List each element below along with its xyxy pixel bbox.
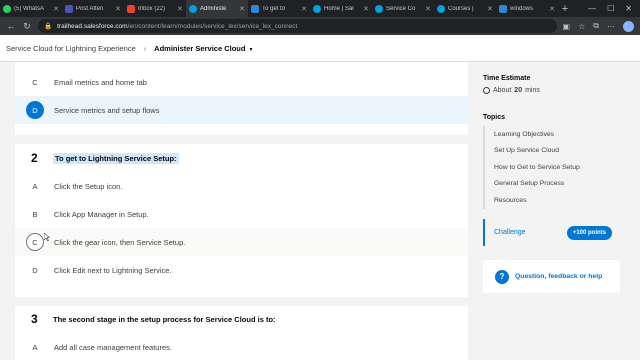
close-icon[interactable]: ✕ xyxy=(115,5,121,13)
salesforce-icon xyxy=(375,4,383,13)
favorite-star-icon[interactable]: ☆ xyxy=(578,22,585,31)
collections-icon[interactable]: ⧉ xyxy=(593,21,599,31)
time-estimate-label: Time Estimate xyxy=(483,75,531,82)
close-icon[interactable]: ✕ xyxy=(549,5,555,13)
trailhead-icon xyxy=(189,4,197,13)
teams-icon xyxy=(65,4,73,13)
question-number: 2 xyxy=(31,151,38,165)
question-number: 3 xyxy=(31,312,38,326)
option-text: Click the gear icon, then Service Setup. xyxy=(54,237,186,247)
question-mark-icon: ? xyxy=(495,269,509,284)
topic-link[interactable]: General Setup Process xyxy=(485,176,620,193)
url-field[interactable]: 🔒 trailhead.salesforce.com/en/content/le… xyxy=(38,19,557,33)
unit-dropdown[interactable]: Administer Service Cloud ▼ xyxy=(154,44,253,53)
browser-tab[interactable]: Home | Sal ✕ xyxy=(310,0,372,17)
topic-link[interactable]: Set Up Service Cloud xyxy=(485,143,620,160)
answer-option[interactable]: C Email metrics and home tab xyxy=(15,68,468,96)
close-window-icon[interactable]: ✕ xyxy=(625,4,632,13)
address-bar: ← ↻ 🔒 trailhead.salesforce.com/en/conten… xyxy=(0,17,640,35)
option-letter: C xyxy=(32,77,38,87)
option-text: Email metrics and home tab xyxy=(54,77,147,87)
close-icon[interactable]: ✕ xyxy=(177,5,183,13)
new-tab-button[interactable]: + xyxy=(558,3,572,15)
answer-option[interactable]: A Add all case management features. xyxy=(15,333,468,360)
close-icon[interactable]: ✕ xyxy=(301,5,307,13)
refresh-icon[interactable]: ↻ xyxy=(22,21,32,32)
option-letter: B xyxy=(32,209,38,219)
option-letter: D xyxy=(32,265,38,275)
option-text: Add all case management features. xyxy=(54,342,172,352)
window-controls: — ☐ ✕ xyxy=(588,4,640,13)
close-icon[interactable]: ✕ xyxy=(239,5,245,13)
answer-option-selected[interactable]: D Service metrics and setup flows xyxy=(15,96,468,124)
lock-icon: 🔒 xyxy=(44,23,53,30)
clock-icon xyxy=(483,87,490,94)
option-text: Service metrics and setup flows xyxy=(54,105,160,115)
topic-link[interactable]: How to Get to Service Setup xyxy=(485,159,620,176)
caret-down-icon: ▼ xyxy=(248,46,254,53)
browser-tab[interactable]: windows ✕ xyxy=(496,0,558,17)
extensions-icon[interactable]: ⋯ xyxy=(607,22,615,31)
whatsapp-icon xyxy=(3,4,11,13)
option-text: Click Edit next to Lightning Service. xyxy=(54,265,172,275)
answer-option[interactable]: B Click App Manager in Setup. xyxy=(15,200,468,228)
answer-option-hovered[interactable]: C Click the gear icon, then Service Setu… xyxy=(15,228,468,256)
topics-label: Topics xyxy=(483,114,506,121)
url-host: trailhead.salesforce.com xyxy=(57,22,128,30)
option-letter: A xyxy=(32,342,38,352)
bing-icon xyxy=(251,4,259,13)
close-icon[interactable]: ✕ xyxy=(487,5,493,13)
browser-tab[interactable]: Inbox (22) ✕ xyxy=(124,0,186,17)
question-text: To get to Lightning Service Setup: xyxy=(53,152,179,164)
browser-tab-strip: (5) WhatsA ✕ Post Atten ✕ Inbox (22) ✕ Admi… xyxy=(0,0,640,17)
question-divider xyxy=(15,297,468,306)
browser-tab[interactable]: (5) WhatsA ✕ xyxy=(0,0,62,17)
salesforce-icon xyxy=(313,4,321,13)
gmail-icon xyxy=(127,4,135,13)
question-heading: 2 To get to Lightning Service Setup: xyxy=(15,146,468,170)
option-text: Click the Setup icon. xyxy=(54,181,123,191)
browser-tab-active[interactable]: Administe ✕ xyxy=(186,0,248,17)
maximize-icon[interactable]: ☐ xyxy=(607,4,614,13)
answer-option[interactable]: D Click Edit next to Lightning Service. xyxy=(15,256,468,284)
close-icon[interactable]: ✕ xyxy=(425,5,431,13)
bing-icon xyxy=(499,4,507,13)
profile-avatar[interactable] xyxy=(623,20,634,32)
question-text: The second stage in the setup process fo… xyxy=(53,314,276,324)
question-heading: 3 The second stage in the setup process … xyxy=(15,307,468,331)
screenshot-icon[interactable]: ▣ xyxy=(563,22,571,31)
browser-tab[interactable]: Courses | ✕ xyxy=(434,0,496,17)
chevron-right-icon: › xyxy=(143,43,147,53)
unit-sidebar: Time Estimate About 20 mins Topics Learn… xyxy=(483,62,620,360)
option-letter: A xyxy=(32,181,38,191)
browser-tab[interactable]: To get to ✕ xyxy=(248,0,310,17)
feedback-label: Question, feedback or help xyxy=(515,273,603,280)
url-path: /en/content/learn/modules/service_lex/se… xyxy=(127,22,298,30)
option-letter: C xyxy=(26,233,44,251)
challenge-label: Challenge xyxy=(494,229,526,236)
time-estimate: About 20 mins xyxy=(483,87,540,94)
challenge-link[interactable]: Challenge +100 points xyxy=(483,219,620,246)
breadcrumb-link[interactable]: Service Cloud for Lightning Experience xyxy=(6,44,136,53)
module-breadcrumb: Service Cloud for Lightning Experience ›… xyxy=(0,35,640,62)
option-letter: D xyxy=(26,101,44,119)
answer-option[interactable]: A Click the Setup icon. xyxy=(15,172,468,200)
topics-list: Learning Objectives Set Up Service Cloud… xyxy=(483,126,620,209)
topic-link[interactable]: Resources xyxy=(485,192,620,209)
back-icon[interactable]: ← xyxy=(6,21,16,31)
points-badge: +100 points xyxy=(566,225,612,240)
browser-tab[interactable]: Service Co ✕ xyxy=(372,0,434,17)
mouse-cursor-icon xyxy=(44,233,50,241)
option-text: Click App Manager in Setup. xyxy=(54,209,149,219)
topic-link[interactable]: Learning Objectives xyxy=(485,126,620,143)
browser-tab[interactable]: Post Atten ✕ xyxy=(62,0,124,17)
question-divider xyxy=(15,135,468,144)
close-icon[interactable]: ✕ xyxy=(53,5,59,13)
feedback-button[interactable]: ? Question, feedback or help xyxy=(483,260,620,293)
close-icon[interactable]: ✕ xyxy=(363,5,369,13)
trailhead-icon xyxy=(437,4,445,13)
quiz-panel: C Email metrics and home tab D Service m… xyxy=(15,62,468,360)
minimize-icon[interactable]: — xyxy=(588,4,596,13)
